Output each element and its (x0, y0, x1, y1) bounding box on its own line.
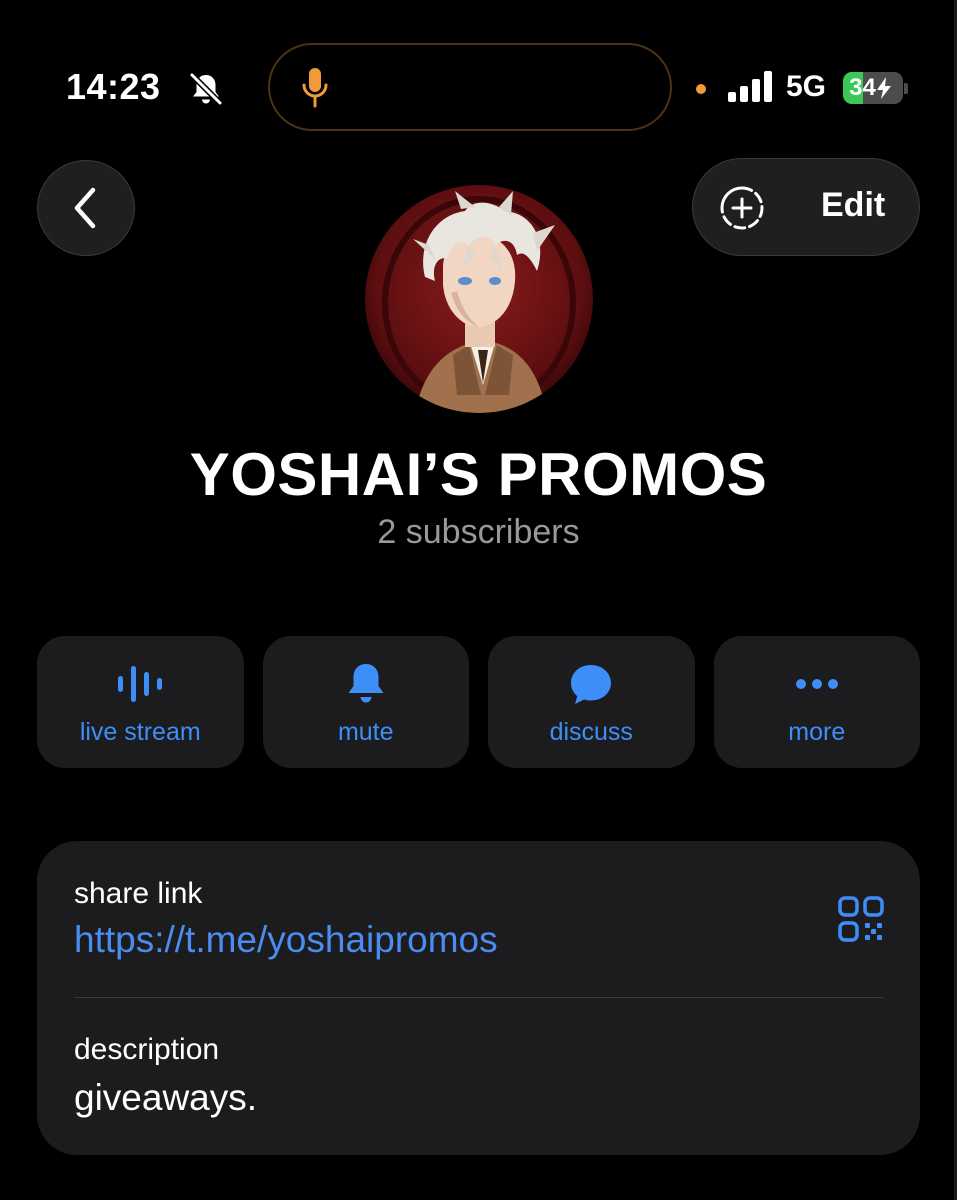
live-stream-button[interactable]: live stream (37, 636, 244, 768)
channel-title: YOSHAI’S PROMOS (189, 441, 768, 508)
battery-percent: 34 (849, 74, 876, 101)
discuss-button[interactable]: discuss (488, 636, 695, 768)
chat-bubble-icon (571, 665, 612, 704)
add-story-icon[interactable] (719, 185, 765, 231)
live-stream-icon (118, 666, 163, 702)
description-text: giveaways. (74, 1077, 258, 1118)
mute-label: mute (337, 718, 394, 746)
edit-button[interactable]: Edit (692, 158, 920, 256)
privacy-indicator-dot (696, 84, 706, 94)
description-label: description (74, 1033, 220, 1066)
info-divider (74, 997, 883, 998)
avatar-illustration (365, 185, 593, 413)
discuss-label: discuss (549, 718, 633, 746)
bolt-icon (876, 77, 891, 99)
back-button[interactable] (37, 160, 135, 256)
share-link-label: share link (74, 877, 203, 910)
mute-button[interactable]: mute (262, 636, 469, 768)
action-buttons: live stream mute discuss more (37, 636, 920, 768)
signal-bars-icon (728, 71, 772, 102)
qr-code-icon[interactable] (837, 895, 885, 943)
bell-icon (348, 664, 384, 703)
live-stream-label: live stream (79, 718, 201, 746)
share-link[interactable]: https://t.me/yoshaipromos (74, 919, 498, 961)
chevron-left-icon (74, 187, 96, 229)
battery-charging-icon: 34 (843, 72, 903, 104)
microphone-icon (302, 68, 328, 108)
more-dots-icon (795, 679, 838, 689)
more-button[interactable]: more (713, 636, 920, 768)
network-type: 5G (786, 70, 827, 103)
subscriber-count: 2 subscribers (377, 513, 580, 551)
status-time: 14:23 (66, 66, 161, 107)
channel-info-card: share link https://t.me/yoshaipromos des… (37, 841, 920, 1155)
bell-slash-icon (189, 72, 223, 106)
channel-avatar[interactable] (365, 185, 593, 413)
battery-cap (904, 83, 908, 94)
more-label: more (788, 718, 846, 746)
edit-label: Edit (821, 186, 886, 224)
